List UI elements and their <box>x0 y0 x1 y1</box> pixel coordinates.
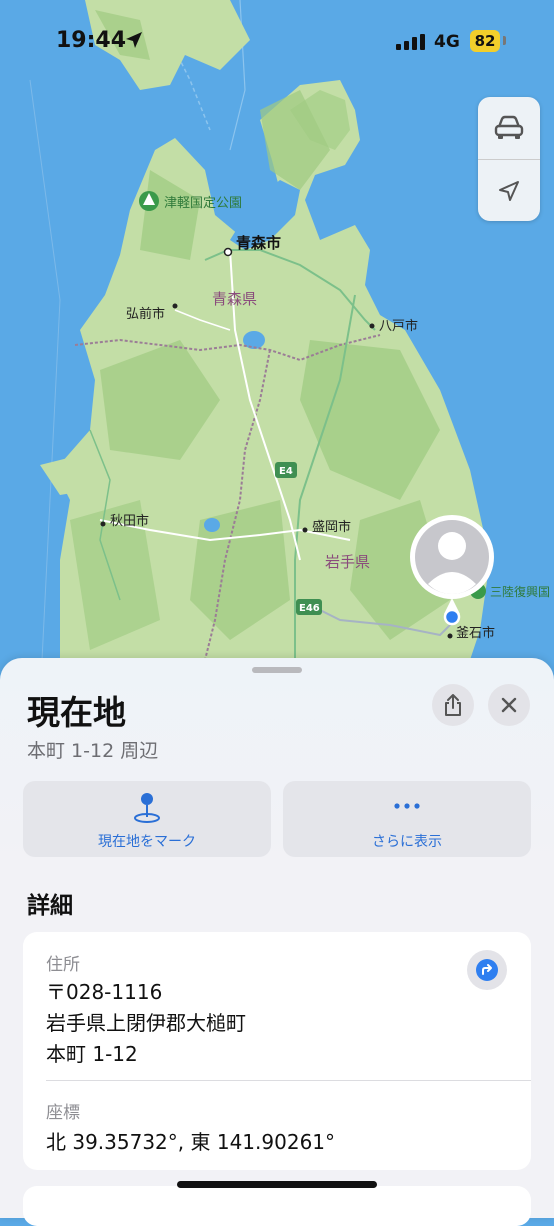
map-label-e4: E4 <box>279 466 293 477</box>
address-line[interactable]: 本町 1-12 <box>46 1038 138 1067</box>
more-button[interactable]: さらに表示 <box>283 781 531 857</box>
user-location-dot <box>443 608 461 626</box>
map-label-kamaishi: 釜石市 <box>456 625 495 641</box>
map-label-iwate-pref: 岩手県 <box>325 553 370 571</box>
more-icon <box>394 803 420 809</box>
map-label-hirosaki: 弘前市 <box>126 306 165 322</box>
battery-level: 82 <box>470 30 500 52</box>
close-icon <box>501 697 517 713</box>
battery-icon <box>503 36 506 45</box>
details-header: 詳細 <box>27 893 73 919</box>
close-button[interactable] <box>488 684 530 726</box>
car-icon <box>494 115 524 139</box>
map-label-sanriku: 三陸復興国 <box>490 584 550 599</box>
address-line[interactable]: 岩手県上閉伊郡大槌町 <box>46 1007 246 1036</box>
map-label-akita: 秋田市 <box>110 513 149 529</box>
map-label-hachinohe: 八戸市 <box>379 318 418 334</box>
directions-button[interactable] <box>467 950 507 990</box>
map-label-park: 津軽国定公園 <box>164 196 242 211</box>
coordinates-value[interactable]: 北 39.35732°, 東 141.90261° <box>46 1126 335 1155</box>
signal-icon <box>396 34 425 50</box>
address-label: 住所 <box>46 955 80 975</box>
locate-me-button[interactable] <box>478 160 540 222</box>
status-time: 19:44 <box>56 28 127 53</box>
status-bar: 19:44 4G 82 <box>0 0 554 80</box>
map-label-e46: E46 <box>299 603 320 614</box>
location-arrow-outline-icon <box>499 181 519 201</box>
directions-icon <box>476 959 498 981</box>
pin-icon <box>134 793 160 823</box>
coordinates-label: 座標 <box>46 1103 80 1123</box>
location-arrow-icon <box>126 32 142 48</box>
map-label-aomori-city: 青森市 <box>236 234 281 252</box>
transport-mode-button[interactable] <box>478 97 540 159</box>
home-indicator[interactable] <box>177 1181 377 1188</box>
details-card: 住所 〒028-1116 岩手県上閉伊郡大槌町 本町 1-12 座標 北 39.… <box>23 932 531 1170</box>
mark-location-label: 現在地をマーク <box>98 834 196 850</box>
map-canvas[interactable]: 津軽国定公園 青森市 弘前市 青森県 八戸市 秋田市 盛岡市 岩手県 三陸復興国… <box>0 0 554 700</box>
more-label: さらに表示 <box>372 834 442 850</box>
network-type: 4G <box>434 32 460 52</box>
sheet-title: 現在地 <box>27 693 126 732</box>
share-button[interactable] <box>432 684 474 726</box>
share-icon <box>445 694 461 716</box>
sheet-grabber[interactable] <box>252 667 302 673</box>
map-label-aomori-pref: 青森県 <box>212 290 257 308</box>
mark-location-button[interactable]: 現在地をマーク <box>23 781 271 857</box>
map-label-morioka: 盛岡市 <box>312 519 351 535</box>
sheet-subtitle: 本町 1-12 周辺 <box>27 740 159 762</box>
next-card <box>23 1186 531 1226</box>
address-line[interactable]: 〒028-1116 <box>46 976 162 1005</box>
map-controls <box>478 97 540 221</box>
location-sheet: 現在地 本町 1-12 周辺 現在地をマーク さらに表示 詳細 住所 〒028-… <box>0 658 554 1226</box>
